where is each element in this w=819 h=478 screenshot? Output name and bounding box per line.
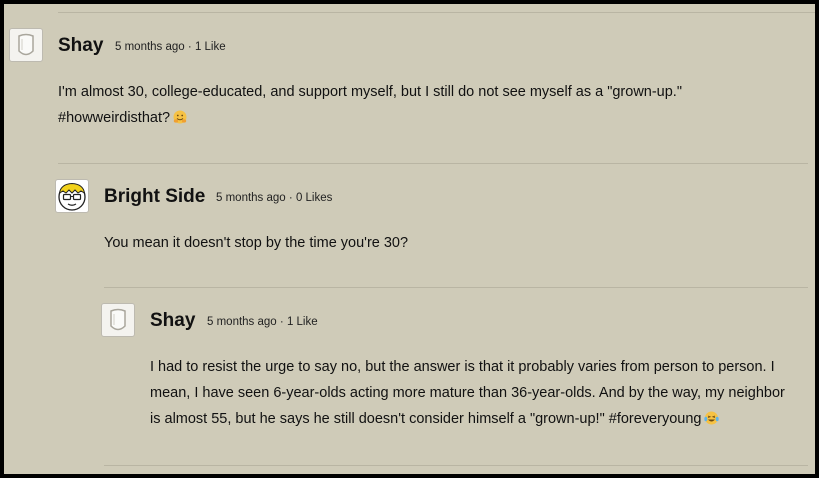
meta-separator: · [288, 192, 293, 204]
like-count[interactable]: 0 Likes [296, 192, 332, 204]
divider [58, 163, 808, 164]
default-user-icon [110, 308, 126, 331]
comment-line: #howweirdisthat? [58, 105, 798, 133]
avatar-bright-side[interactable] [55, 179, 89, 213]
divider-bottom [104, 465, 808, 466]
avatar-default[interactable] [101, 303, 135, 337]
comment-meta: 5 months ago · 1 Like [207, 316, 318, 328]
meta-separator: · [279, 316, 284, 328]
comment-line: You mean it doesn't stop by the time you… [104, 235, 409, 251]
comment-text: You mean it doesn't stop by the time you… [104, 230, 804, 256]
comment-author[interactable]: Bright Side [104, 186, 205, 208]
meta-separator: · [187, 41, 192, 53]
comment-text: I'm almost 30, college-educated, and sup… [58, 79, 798, 133]
comment-line: I'm almost 30, college-educated, and sup… [58, 84, 682, 100]
default-user-icon [18, 33, 34, 56]
divider-top [58, 12, 815, 13]
comment-meta: 5 months ago · 1 Like [115, 41, 226, 53]
comment-line: is almost 55, but he says he still doesn… [150, 406, 810, 434]
laughing-tears-emoji-icon [704, 408, 720, 434]
comment-time: 5 months ago [207, 316, 277, 328]
comment-author[interactable]: Shay [58, 35, 103, 57]
comment-thread: Shay 5 months ago · 1 Like I'm almost 30… [4, 4, 815, 474]
avatar-default[interactable] [9, 28, 43, 62]
hugging-face-emoji-icon [173, 107, 187, 133]
comment-author[interactable]: Shay [150, 310, 195, 332]
like-count[interactable]: 1 Like [287, 316, 318, 328]
bright-side-avatar-icon [58, 182, 86, 211]
comment-time: 5 months ago [216, 192, 286, 204]
like-count[interactable]: 1 Like [195, 41, 226, 53]
comment-text: I had to resist the urge to say no, but … [150, 354, 810, 434]
comment-time: 5 months ago [115, 41, 185, 53]
comment-meta: 5 months ago · 0 Likes [216, 192, 332, 204]
comment-line: I had to resist the urge to say no, but … [150, 359, 775, 375]
divider [104, 287, 808, 288]
comment-line: mean, I have seen 6-year-olds acting mor… [150, 385, 785, 401]
